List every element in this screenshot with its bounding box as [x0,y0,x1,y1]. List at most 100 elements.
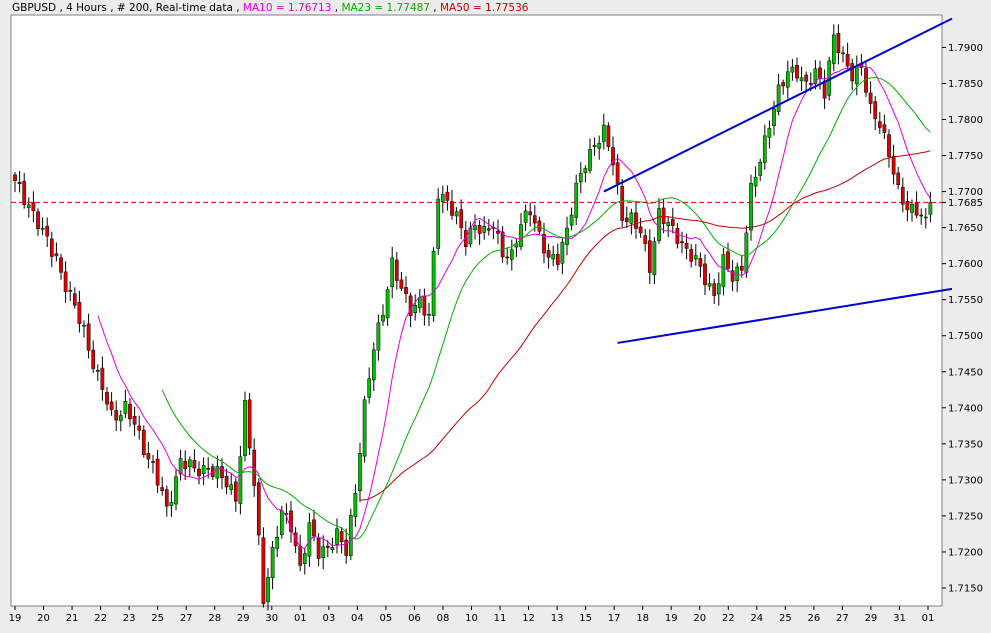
header-separator: , [331,2,342,14]
bear-candle-body [836,33,841,54]
bull-candle-body [841,52,845,55]
bull-candle-body [229,484,234,490]
bear-candle-body [891,155,896,175]
bull-candle-body [588,149,592,171]
bear-candle-body [233,481,238,502]
bear-candle-body [887,134,891,157]
bull-candle-body [666,221,671,226]
bear-candle-body [638,226,643,234]
bear-candle-body [675,228,680,244]
bull-candle-body [482,226,487,233]
bull-candle-body [592,145,597,147]
bull-candle-body [431,250,436,316]
bear-candle-body [900,186,905,205]
y-tick-label: 1.7300 [948,475,983,486]
bear-candle-body [312,519,316,537]
y-tick-label: 1.7450 [948,367,983,378]
bear-candle-body [394,259,399,281]
x-tick-label: 19 [665,613,678,624]
bear-candle-body [31,202,36,212]
bear-candle-body [684,243,689,249]
y-tick-label: 1.7400 [948,403,983,414]
bull-candle-body [560,241,565,264]
bear-candle-body [661,207,666,224]
bull-candle-body [187,459,192,468]
bear-candle-body [128,403,132,420]
bull-candle-body [201,465,206,474]
bear-candle-body [647,240,652,273]
bull-candle-body [376,322,381,351]
bull-candle-body [657,208,661,241]
bull-candle-body [767,127,772,138]
bull-candle-body [693,255,698,260]
bull-candle-body [928,202,933,215]
bull-candle-body [578,172,583,183]
bear-candle-body [247,399,252,449]
bear-candle-body [445,191,450,201]
bear-candle-body [100,367,105,390]
symbol-info: GBPUSD , 4 Hours , # 200, Real-time data [12,2,233,14]
bear-candle-body [59,257,63,273]
bear-candle-body [689,249,694,262]
bull-candle-body [799,77,804,82]
bear-candle-body [316,538,321,559]
bull-candle-body [266,577,270,603]
bull-candle-body [321,546,326,559]
ma23-readout: MA23 = 1.77487 [341,2,430,14]
bull-candle-body [597,143,602,149]
bull-candle-body [744,232,749,273]
bear-candle-body [781,82,786,87]
bear-candle-body [486,228,491,231]
bull-candle-body [454,211,459,217]
bull-candle-body [707,283,712,287]
x-tick-label: 17 [608,613,621,624]
bull-candle-body [123,400,128,414]
bull-candle-body [436,198,441,249]
candle [141,425,146,458]
bull-candle-body [390,257,395,288]
y-tick-label: 1.7550 [948,295,983,306]
bear-candle-body [555,254,560,265]
x-tick-label: 03 [322,613,335,624]
bull-candle-body [381,314,385,322]
bull-candle-body [519,224,523,247]
bull-candle-body [716,283,721,295]
bear-candle-body [496,230,500,234]
bear-candle-body [183,461,188,470]
bear-candle-body [624,217,629,223]
y-tick-label: 1.7350 [948,439,983,450]
bear-candle-body [680,241,684,244]
bear-candle-body [91,349,96,369]
bull-candle-body [427,313,431,316]
bull-candle-body [367,378,372,398]
x-tick-label: 31 [893,613,906,624]
y-tick-label: 1.7850 [948,79,983,90]
bull-candle-body [762,135,767,163]
bear-candle-body [703,263,707,286]
bear-candle-body [845,54,850,67]
bear-candle-body [206,468,211,470]
bear-candle-body [105,392,109,405]
bear-candle-body [882,124,887,133]
bull-candle-body [440,194,445,203]
bull-candle-body [749,183,753,231]
bear-candle-body [670,219,675,226]
y-tick-label: 1.7750 [948,151,983,162]
price-chart[interactable]: 1.7150 1.7200 1.7250 1.7300 1.7350 1.7400 1.74… [0,0,991,633]
bear-candle-body [256,482,261,536]
bull-candle-body [652,241,657,276]
bear-candle-body [155,458,160,486]
candle [247,392,252,456]
bull-candle-body [330,547,335,550]
bear-candle-body [877,121,882,128]
x-tick-label: 22 [722,613,735,624]
candle [243,391,247,462]
bull-candle-body [413,305,418,314]
bear-candle-body [726,251,730,269]
bull-candle-body [785,71,790,88]
header-separator: , [429,2,440,14]
y-tick-label: 1.7500 [948,331,983,342]
bear-candle-body [261,537,266,604]
bull-candle-body [569,214,574,226]
bear-candle-body [160,487,165,491]
